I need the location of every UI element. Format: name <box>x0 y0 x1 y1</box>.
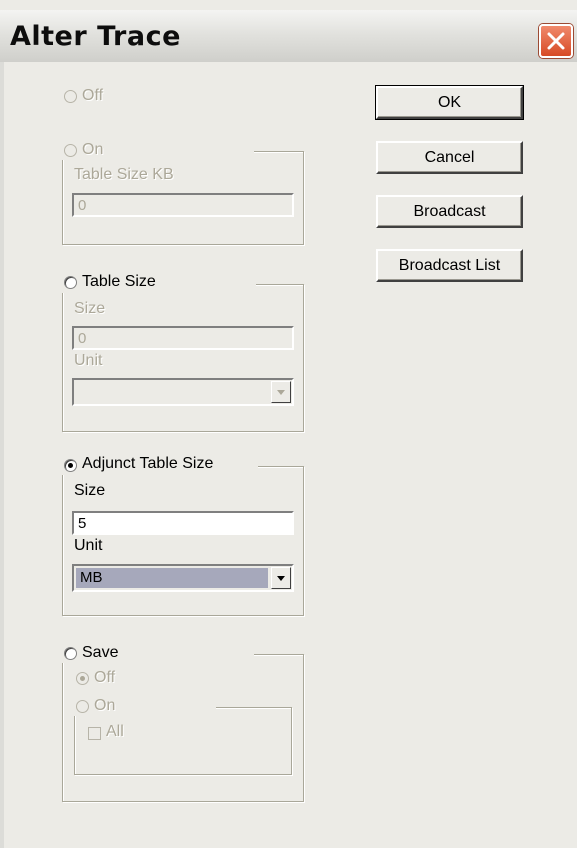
table-size-kb-input[interactable]: 0 <box>72 193 294 217</box>
dialog-body: Off On Table Size KB 0 Table Size Size 0… <box>0 62 577 848</box>
trace-off-radio[interactable] <box>64 90 77 103</box>
table-size-unit-select[interactable] <box>72 378 294 406</box>
table-size-unit-label: Unit <box>74 352 103 369</box>
save-all-checkbox[interactable] <box>88 727 101 740</box>
table-size-unit-value <box>76 382 268 402</box>
save-on-radio[interactable] <box>76 700 89 713</box>
adjunct-table-size-radio[interactable] <box>64 459 77 472</box>
ok-button[interactable]: OK <box>375 85 524 120</box>
table-size-label: Table Size <box>82 273 156 290</box>
trace-on-radio[interactable] <box>64 144 77 157</box>
alter-trace-dialog: Alter Trace Off On Table Size KB 0 Table… <box>0 0 577 848</box>
table-size-radio[interactable] <box>64 276 77 289</box>
broadcast-button[interactable]: Broadcast <box>376 195 523 228</box>
dropdown-arrow-button[interactable] <box>271 567 291 589</box>
table-size-size-input[interactable]: 0 <box>72 326 294 350</box>
chevron-down-icon <box>277 390 285 395</box>
save-label: Save <box>82 644 119 661</box>
window-title: Alter Trace <box>10 21 181 52</box>
table-size-kb-label: Table Size KB <box>74 166 174 183</box>
save-radio[interactable] <box>64 647 77 660</box>
chevron-down-icon <box>277 576 285 581</box>
adjunct-unit-value: MB <box>76 568 268 588</box>
close-icon <box>547 32 565 50</box>
save-off-label: Off <box>94 669 116 686</box>
adjunct-table-size-label: Adjunct Table Size <box>82 455 214 472</box>
trace-on-label: On <box>82 141 104 158</box>
adjunct-unit-select[interactable]: MB <box>72 564 294 592</box>
cancel-button[interactable]: Cancel <box>376 141 523 174</box>
title-bar[interactable]: Alter Trace <box>0 10 577 63</box>
save-off-radio[interactable] <box>76 672 89 685</box>
adjunct-unit-label: Unit <box>74 537 103 554</box>
adjunct-size-label: Size <box>74 482 106 499</box>
table-size-size-label: Size <box>74 300 106 317</box>
close-button[interactable] <box>539 24 573 58</box>
trace-off-label: Off <box>82 87 104 104</box>
dropdown-arrow-button[interactable] <box>271 381 291 403</box>
save-on-label: On <box>94 697 116 714</box>
adjunct-size-input[interactable]: 5 <box>72 511 294 535</box>
broadcast-list-button[interactable]: Broadcast List <box>376 249 523 282</box>
save-all-label: All <box>106 723 124 740</box>
save-on-group <box>74 707 292 775</box>
